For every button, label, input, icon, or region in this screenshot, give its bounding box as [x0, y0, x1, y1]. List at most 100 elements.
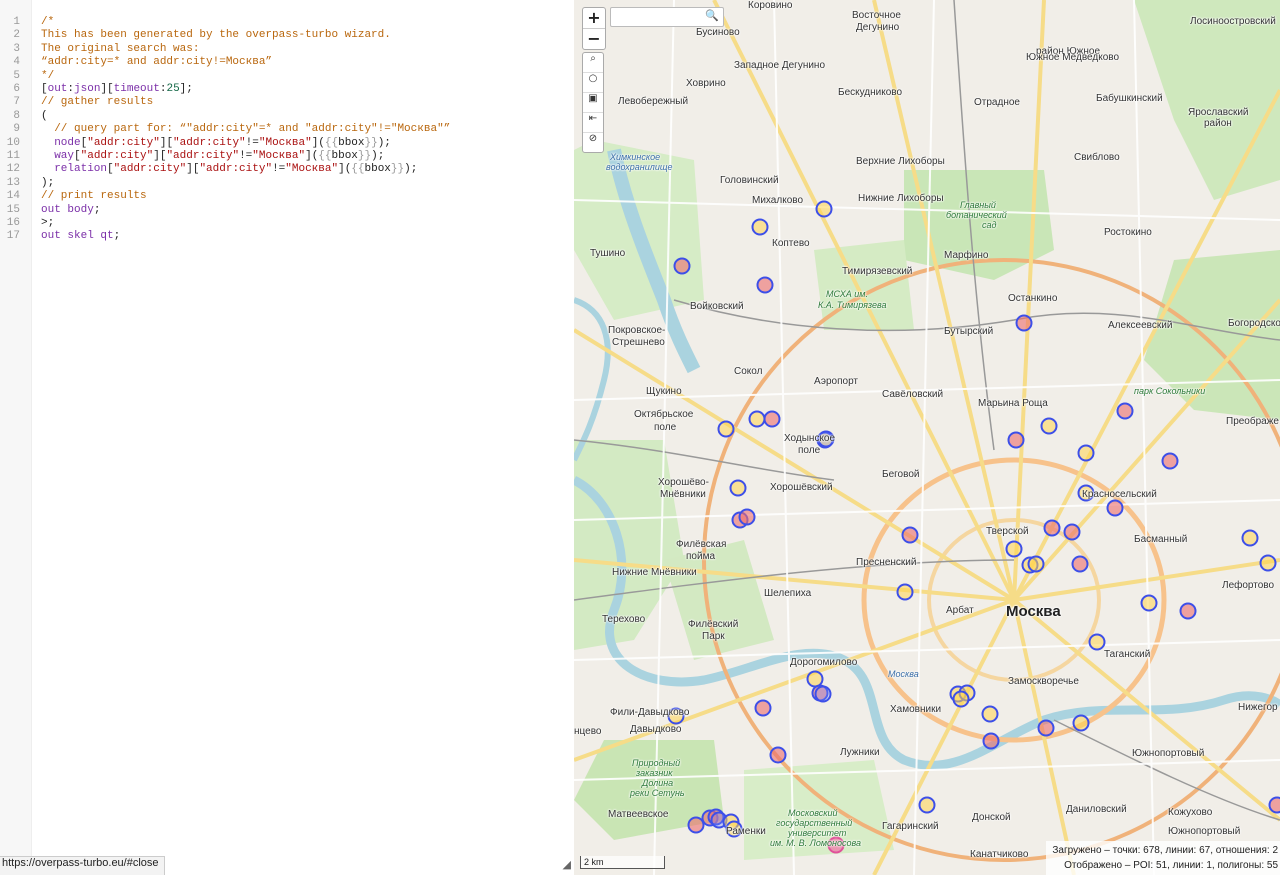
code-line[interactable]: way["addr:city"]["addr:city"!="Москва"](…	[41, 150, 384, 163]
export-image-icon[interactable]: ▣	[583, 93, 603, 113]
result-marker[interactable]	[1088, 633, 1106, 651]
fit-bounds-icon[interactable]: ⇤	[583, 113, 603, 133]
result-marker[interactable]	[896, 583, 914, 601]
code-line[interactable]: */	[41, 70, 54, 83]
result-marker[interactable]	[1015, 314, 1033, 332]
place-label: нцево	[574, 726, 602, 737]
result-marker[interactable]	[1027, 555, 1045, 573]
code-line[interactable]: // print results	[41, 190, 147, 203]
result-marker[interactable]	[981, 705, 999, 723]
code-line[interactable]: out skel qt;	[41, 230, 120, 243]
result-marker[interactable]	[1043, 519, 1061, 537]
code-line[interactable]: This has been generated by the overpass-…	[41, 29, 391, 42]
code-line[interactable]: // gather results	[41, 96, 153, 109]
code-token: }}	[357, 150, 372, 162]
result-marker[interactable]	[1116, 402, 1134, 420]
result-marker[interactable]	[918, 796, 936, 814]
code-line[interactable]: out body;	[41, 204, 100, 217]
place-label: Западное Дегунино	[734, 60, 826, 71]
place-label: Природный	[632, 758, 681, 768]
locate-icon[interactable]: ○	[583, 73, 603, 93]
data-stats: Загружено – точки: 678, линии: 67, отнош…	[1046, 841, 1280, 875]
result-marker[interactable]	[1040, 417, 1058, 435]
code-line[interactable]: >;	[41, 217, 54, 230]
result-marker[interactable]	[1005, 540, 1023, 558]
result-marker[interactable]	[748, 410, 766, 428]
code-line[interactable]: “addr:city=* and addr:city!=Москва”	[41, 56, 272, 69]
code-line[interactable]: );	[41, 177, 54, 190]
result-marker[interactable]	[763, 410, 781, 428]
zoom-to-data-icon[interactable]: ⌕	[583, 53, 603, 73]
result-marker[interactable]	[1007, 431, 1025, 449]
place-label: Терехово	[602, 614, 646, 625]
result-marker[interactable]	[1077, 444, 1095, 462]
code-line[interactable]: // query part for: “"addr:city"=* and "a…	[41, 123, 450, 136]
place-label: ботанический	[946, 210, 1007, 220]
result-marker[interactable]	[952, 690, 970, 708]
result-marker[interactable]	[815, 200, 833, 218]
result-marker[interactable]	[756, 276, 774, 294]
result-marker[interactable]	[1268, 796, 1280, 814]
place-label: университет	[788, 828, 847, 838]
place-label: реки Сетунь	[630, 788, 685, 798]
result-marker[interactable]	[769, 746, 787, 764]
result-marker[interactable]	[1063, 523, 1081, 541]
code-token: ;	[113, 230, 121, 243]
place-label: Бабушкинский	[1096, 93, 1163, 104]
code-line[interactable]: relation["addr:city"]["addr:city"!="Моск…	[41, 163, 417, 176]
place-label: Дорогомилово	[790, 657, 858, 668]
result-marker[interactable]	[1161, 452, 1179, 470]
result-marker[interactable]	[1179, 602, 1197, 620]
result-marker[interactable]	[1037, 719, 1055, 737]
place-label: Хорошёвский	[770, 482, 833, 493]
result-marker[interactable]	[982, 732, 1000, 750]
code-line[interactable]: [out:json][timeout:25];	[41, 83, 193, 96]
map-view[interactable]: Коровино Восточное Дегунино Бусиново Лосиноо…	[574, 0, 1280, 875]
code-token: // print results	[41, 190, 147, 203]
result-marker[interactable]	[738, 508, 756, 526]
result-marker[interactable]	[1259, 554, 1277, 572]
code-token: ](	[311, 136, 325, 149]
code-line[interactable]: node["addr:city"]["addr:city"!="Москва"]…	[41, 137, 391, 150]
zoom-in-button[interactable]: +	[583, 8, 605, 29]
place-label: Беговой	[882, 469, 920, 480]
code-token: !=	[272, 163, 286, 176]
clear-icon[interactable]: ⊘	[583, 133, 603, 152]
code-token: json	[74, 83, 101, 95]
place-label: Хорошёво-	[658, 477, 709, 488]
zoom-out-button[interactable]: −	[583, 29, 605, 49]
result-marker[interactable]	[814, 685, 832, 703]
place-label: Савёловский	[882, 389, 944, 400]
code-line[interactable]: (	[41, 110, 48, 123]
place-label: Тимирязевский	[842, 266, 913, 277]
place-label: Нижние Лихоборы	[858, 193, 944, 204]
map-search-input[interactable]	[611, 8, 709, 24]
place-label: Алексеевский	[1108, 320, 1173, 331]
map-tiles[interactable]	[574, 0, 1280, 875]
result-marker[interactable]	[1072, 714, 1090, 732]
result-marker[interactable]	[1071, 555, 1089, 573]
code-token: !=	[245, 136, 259, 149]
result-marker[interactable]	[1140, 594, 1158, 612]
result-marker[interactable]	[901, 526, 919, 544]
result-marker[interactable]	[754, 699, 772, 717]
search-icon[interactable]: 🔍	[705, 9, 719, 22]
result-marker[interactable]	[687, 816, 705, 834]
result-marker[interactable]	[717, 420, 735, 438]
result-marker[interactable]	[751, 218, 769, 236]
result-marker[interactable]	[729, 479, 747, 497]
line-number: 7	[13, 96, 20, 109]
result-marker[interactable]	[806, 670, 824, 688]
result-marker[interactable]	[1106, 499, 1124, 517]
result-marker[interactable]	[1241, 529, 1259, 547]
line-number: 9	[13, 123, 20, 136]
place-label: Хамовники	[890, 704, 942, 715]
status-bar-url: https://overpass-turbo.eu/#close	[0, 856, 165, 875]
resize-grip-icon[interactable]: ◢	[563, 858, 571, 871]
code-line[interactable]: The original search was:	[41, 43, 199, 56]
query-editor[interactable]: 1 2 3 4 5 6 7 8 9 10 11 12 13 14 15 16 17 /* This has bee…	[0, 0, 574, 875]
code-line[interactable]: /*	[41, 16, 54, 29]
code-token: "addr:city"	[173, 136, 246, 149]
result-marker[interactable]	[673, 257, 691, 275]
code-token: bbox	[331, 150, 358, 162]
